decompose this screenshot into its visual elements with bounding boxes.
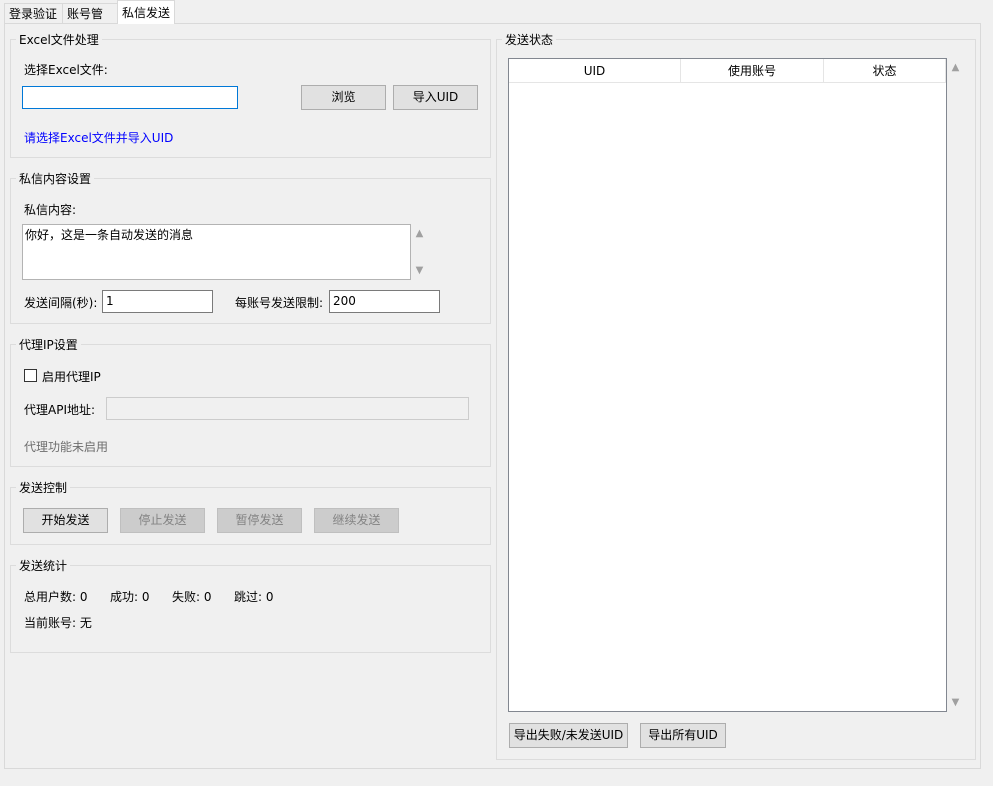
excel-hint: 请选择Excel文件并导入UID xyxy=(24,131,174,145)
interval-input[interactable]: 1 xyxy=(102,290,213,313)
resume-send-button[interactable]: 继续发送 xyxy=(314,508,399,533)
select-excel-label: 选择Excel文件: xyxy=(24,63,108,77)
stat-total: 总用户数: 0 xyxy=(24,590,88,604)
tab-account-management[interactable]: 账号管理 xyxy=(62,3,118,41)
status-table[interactable]: UID 使用账号 状态 xyxy=(508,58,947,712)
export-failed-button[interactable]: 导出失败/未发送UID xyxy=(509,723,628,748)
export-all-button[interactable]: 导出所有UID xyxy=(640,723,726,748)
tab-bar: 登录验证 账号管理 私信发送 xyxy=(0,0,993,41)
scroll-up-icon[interactable]: ▲ xyxy=(411,229,428,239)
limit-label: 每账号发送限制: xyxy=(235,296,324,310)
message-scrollbar[interactable]: ▲ ▼ xyxy=(411,224,428,280)
message-content-textarea[interactable]: 你好，这是一条自动发送的消息 xyxy=(22,224,411,280)
column-header-uid[interactable]: UID xyxy=(509,59,681,83)
proxy-group-title: 代理IP设置 xyxy=(19,338,78,352)
proxy-status-text: 代理功能未启用 xyxy=(24,440,109,454)
stat-success: 成功: 0 xyxy=(110,590,150,604)
stop-send-button[interactable]: 停止发送 xyxy=(120,508,205,533)
status-table-scrollbar[interactable]: ▲ ▼ xyxy=(947,58,964,712)
tab-private-message[interactable]: 私信发送 xyxy=(117,0,175,24)
control-group-title: 发送控制 xyxy=(19,481,68,495)
tab-login-verify[interactable]: 登录验证 xyxy=(4,3,63,23)
enable-proxy-label[interactable]: 启用代理IP xyxy=(42,368,101,385)
status-group-title: 发送状态 xyxy=(505,33,554,47)
stat-current-account: 当前账号: 无 xyxy=(24,616,92,630)
browse-button[interactable]: 浏览 xyxy=(301,85,386,110)
scroll-up-icon[interactable]: ▲ xyxy=(947,63,964,73)
message-content-label: 私信内容: xyxy=(24,203,77,217)
pause-send-button[interactable]: 暂停发送 xyxy=(217,508,302,533)
message-content-text: 你好，这是一条自动发送的消息 xyxy=(25,228,194,242)
message-group-title: 私信内容设置 xyxy=(19,172,92,186)
scroll-down-icon[interactable]: ▼ xyxy=(947,698,964,708)
stat-skipped: 跳过: 0 xyxy=(234,590,274,604)
scroll-down-icon[interactable]: ▼ xyxy=(411,266,428,276)
interval-label: 发送间隔(秒): xyxy=(24,296,98,310)
limit-input[interactable]: 200 xyxy=(329,290,440,313)
column-header-status[interactable]: 状态 xyxy=(824,59,946,83)
stats-group-title: 发送统计 xyxy=(19,559,68,573)
excel-group-title: Excel文件处理 xyxy=(19,33,99,47)
stats-group: 发送统计 xyxy=(10,557,491,653)
enable-proxy-checkbox[interactable] xyxy=(24,369,37,382)
import-uid-button[interactable]: 导入UID xyxy=(393,85,478,110)
start-send-button[interactable]: 开始发送 xyxy=(23,508,108,533)
column-header-account[interactable]: 使用账号 xyxy=(681,59,824,83)
stat-failed: 失败: 0 xyxy=(172,590,212,604)
proxy-api-input[interactable] xyxy=(106,397,469,420)
excel-file-input[interactable] xyxy=(22,86,238,109)
proxy-api-label: 代理API地址: xyxy=(24,403,96,417)
